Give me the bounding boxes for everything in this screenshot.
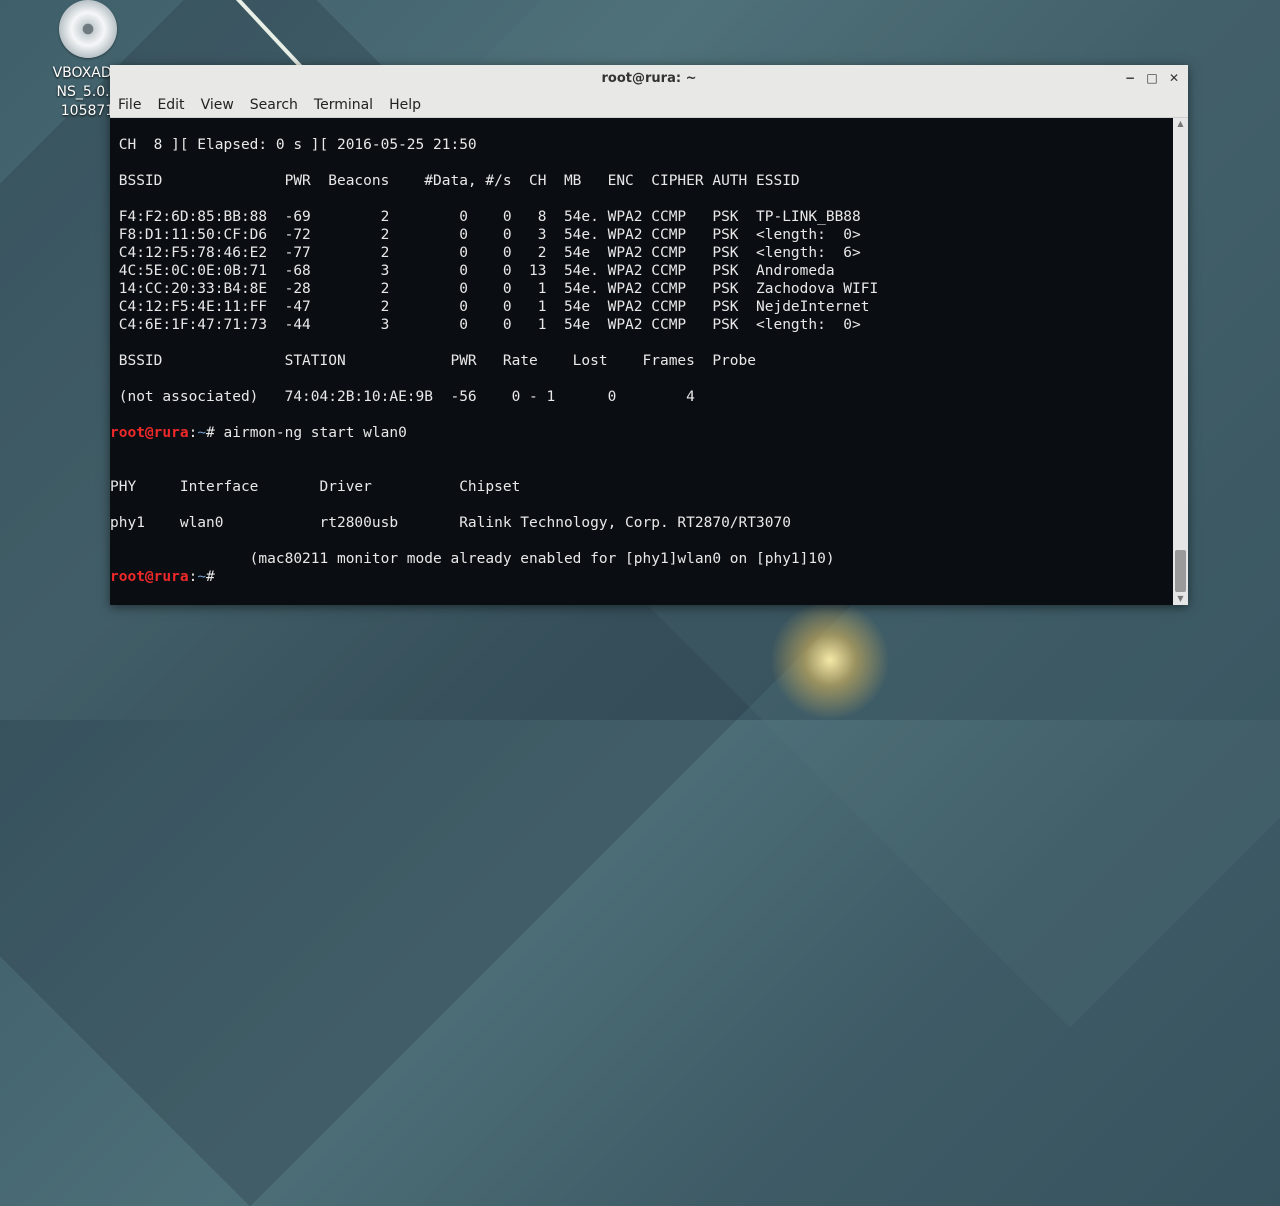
wallpaper-glow [770, 600, 890, 720]
prompt-separator: : [188, 425, 198, 441]
menubar: File Edit View Search Terminal Help [110, 93, 1188, 118]
scroll-up-arrow-icon[interactable]: ▲ [1173, 118, 1188, 130]
close-icon[interactable]: ✕ [1166, 70, 1182, 86]
window-controls: − □ ✕ [1122, 70, 1182, 86]
terminal-line: CH 8 ][ Elapsed: 0 s ][ 2016-05-25 21:50 [110, 137, 477, 153]
menu-view[interactable]: View [193, 93, 242, 117]
scroll-down-arrow-icon[interactable]: ▼ [1173, 593, 1188, 605]
terminal-line: 14:CC:20:33:B4:8E -28 2 0 0 1 54e. WPA2 … [110, 281, 879, 297]
window-titlebar[interactable]: root@rura: ~ − □ ✕ [110, 65, 1188, 94]
minimize-icon[interactable]: − [1122, 70, 1138, 86]
menu-help[interactable]: Help [381, 93, 429, 117]
terminal-line: BSSID STATION PWR Rate Lost Frames Probe [110, 353, 757, 369]
terminal-line: (mac80211 monitor mode already enabled f… [110, 551, 835, 567]
prompt-command: # [206, 569, 224, 585]
terminal-line: F8:D1:11:50:CF:D6 -72 2 0 0 3 54e. WPA2 … [110, 227, 861, 243]
terminal-line: BSSID PWR Beacons #Data, #/s CH MB ENC C… [110, 173, 800, 189]
prompt-path: ~ [197, 569, 207, 585]
terminal-line: F4:F2:6D:85:BB:88 -69 2 0 0 8 54e. WPA2 … [110, 209, 861, 225]
terminal-text: CH 8 ][ Elapsed: 0 s ][ 2016-05-25 21:50… [110, 118, 1173, 586]
terminal-line: C4:6E:1F:47:71:73 -44 3 0 0 1 54e WPA2 C… [110, 317, 861, 333]
terminal-line: C4:12:F5:78:46:E2 -77 2 0 0 2 54e WPA2 C… [110, 245, 861, 261]
prompt-path: ~ [197, 425, 207, 441]
prompt-separator: : [188, 569, 198, 585]
menu-file[interactable]: File [110, 93, 149, 117]
maximize-icon[interactable]: □ [1144, 70, 1160, 86]
terminal-line: 4C:5E:0C:0E:0B:71 -68 3 0 0 13 54e. WPA2… [110, 263, 835, 279]
terminal-line: phy1 wlan0 rt2800usb Ralink Technology, … [110, 515, 791, 531]
menu-edit[interactable]: Edit [149, 93, 192, 117]
prompt-command: # airmon-ng start wlan0 [206, 425, 407, 441]
window-title: root@rura: ~ [601, 71, 697, 86]
prompt-user: root@rura [110, 569, 189, 585]
menu-search[interactable]: Search [242, 93, 306, 117]
cd-disc-icon [58, 0, 117, 58]
prompt-user: root@rura [110, 425, 189, 441]
terminal-line: PHY Interface Driver Chipset [110, 479, 521, 495]
terminal-window[interactable]: root@rura: ~ − □ ✕ File Edit View Search Ter… [110, 65, 1188, 605]
terminal-prompt-line: root@rura:~# airmon-ng start wlan0 [110, 424, 1173, 442]
terminal-line: (not associated) 74:04:2B:10:AE:9B -56 0… [110, 389, 695, 405]
wallpaper-light-streak [180, 0, 306, 72]
scrollbar-thumb[interactable] [1175, 550, 1186, 592]
terminal-line: C4:12:F5:4E:11:FF -47 2 0 0 1 54e WPA2 C… [110, 299, 870, 315]
terminal-scrollbar[interactable]: ▲ ▼ [1173, 118, 1188, 605]
terminal-output[interactable]: CH 8 ][ Elapsed: 0 s ][ 2016-05-25 21:50… [110, 118, 1173, 605]
menu-terminal[interactable]: Terminal [306, 93, 381, 117]
terminal-prompt-line: root@rura:~# [110, 568, 1173, 586]
